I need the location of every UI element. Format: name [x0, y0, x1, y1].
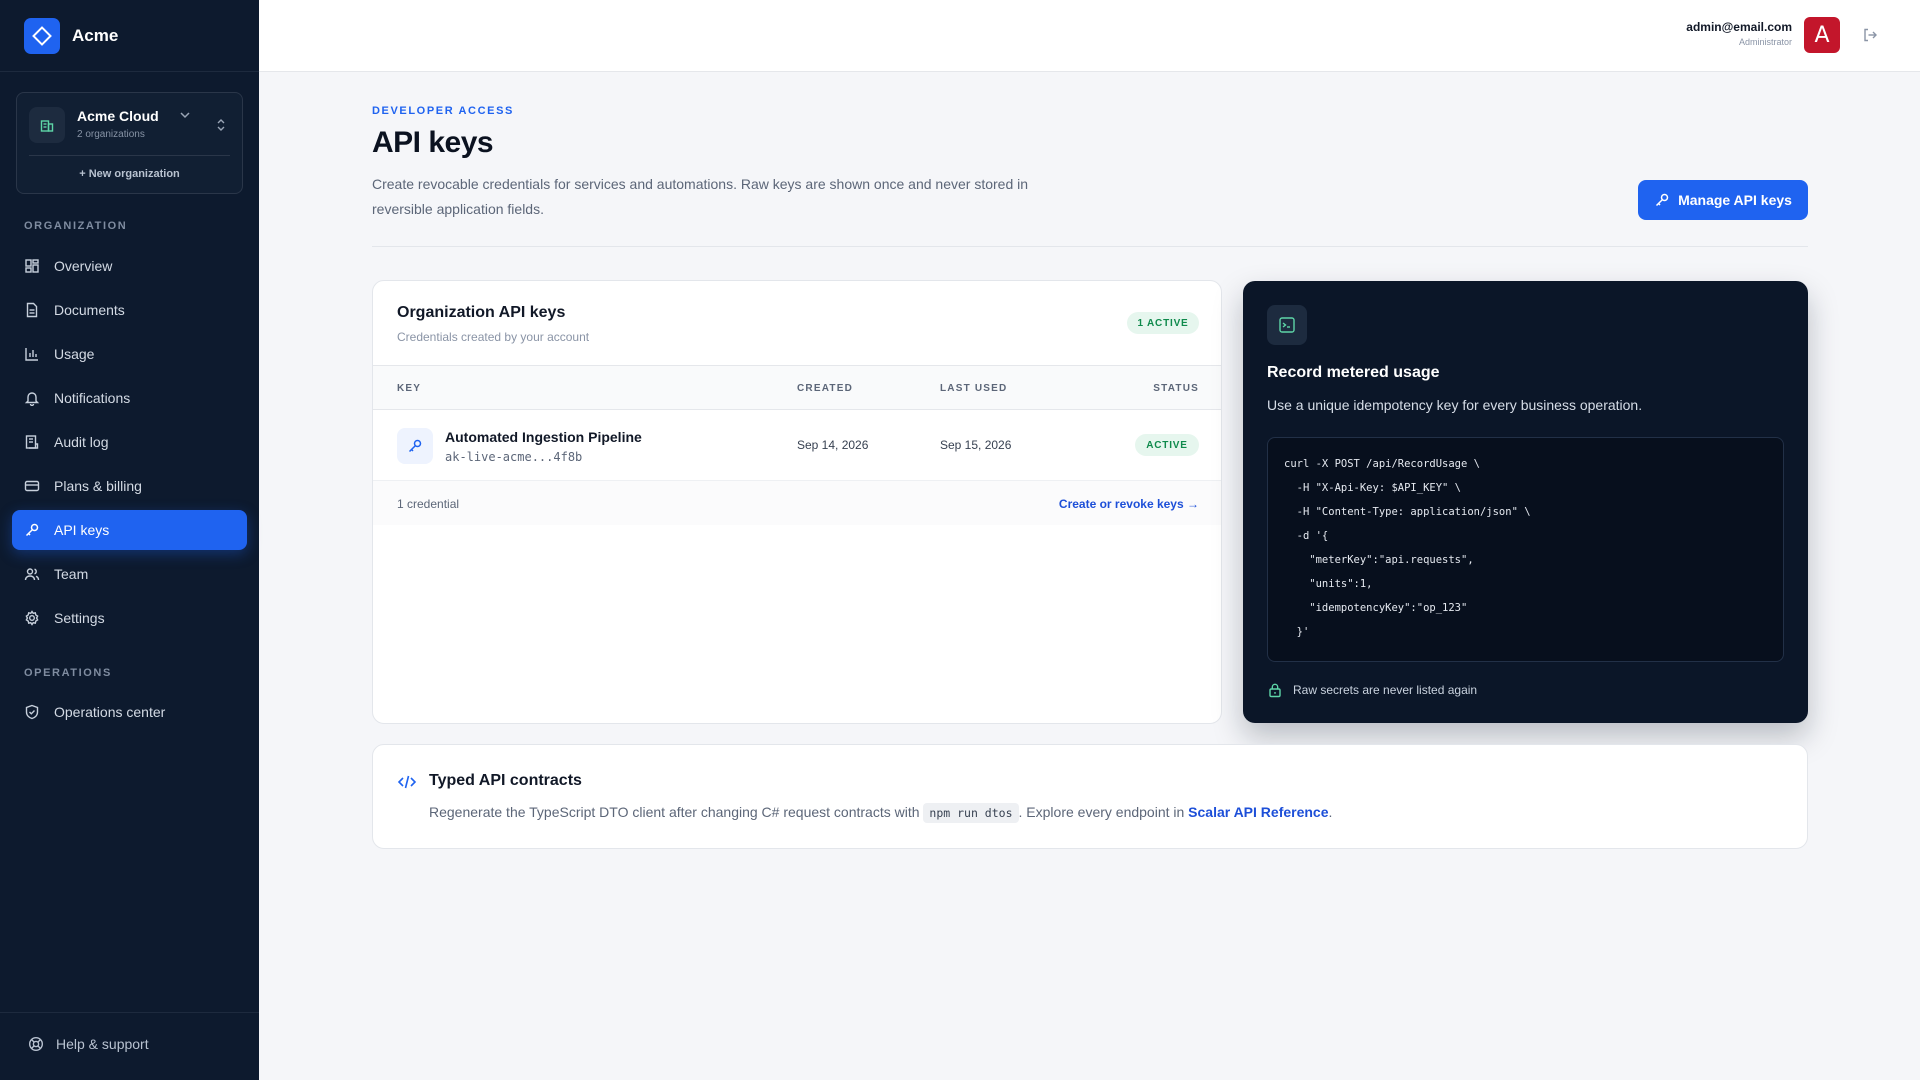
typed-contracts-text-middle: . Explore every endpoint in	[1018, 804, 1189, 820]
sidebar-divider	[0, 71, 259, 72]
sidebar-item-label: Documents	[54, 302, 125, 318]
typed-contracts-title: Typed API contracts	[429, 772, 582, 789]
credit-card-icon	[24, 478, 40, 494]
page-description: Create revocable credentials for service…	[372, 176, 1029, 217]
key-last-used: Sep 15, 2026	[940, 438, 1012, 452]
secrets-note: Raw secrets are never listed again	[1267, 682, 1477, 698]
bell-icon	[24, 390, 40, 406]
sidebar-item-label: API keys	[54, 522, 110, 538]
sidebar-item-plans-billing[interactable]: Plans & billing	[12, 466, 247, 506]
table-row[interactable]: Automated Ingestion Pipeline ak-live-acm…	[373, 410, 1221, 481]
manage-api-keys-label: Manage API keys	[1678, 192, 1792, 208]
sidebar: Acme Acme Cloud 2 organizations + New or…	[0, 0, 259, 1080]
create-revoke-keys-link[interactable]: Create or revoke keys →	[1059, 497, 1199, 511]
sidebar-item-label: Team	[54, 566, 89, 582]
lock-icon	[1267, 682, 1283, 698]
column-header-last-used: LAST USED	[940, 383, 1008, 394]
brand[interactable]: Acme	[24, 18, 118, 54]
npm-command: npm run dtos	[923, 803, 1019, 823]
sidebar-item-overview[interactable]: Overview	[12, 246, 247, 286]
brand-logo-icon	[24, 18, 60, 54]
sidebar-item-label: Settings	[54, 610, 105, 626]
page-eyebrow: DEVELOPER ACCESS	[372, 105, 514, 117]
org-switcher[interactable]: Acme Cloud 2 organizations + New organiz…	[16, 92, 243, 194]
sidebar-item-label: Plans & billing	[54, 478, 142, 494]
typed-contracts-text-before: Regenerate the TypeScript DTO client aft…	[429, 804, 924, 820]
user-role: Administrator	[1738, 37, 1792, 47]
scalar-api-reference-link[interactable]: Scalar API Reference	[1188, 804, 1328, 820]
typed-contracts-text-after: .	[1328, 804, 1333, 820]
section-label-operations: OPERATIONS	[24, 667, 112, 679]
code-icon	[397, 772, 417, 792]
users-icon	[24, 566, 40, 582]
key-icon	[24, 522, 40, 538]
sidebar-item-api-keys[interactable]: API keys	[12, 510, 247, 550]
sidebar-item-label: Notifications	[54, 390, 131, 406]
lifebuoy-icon	[28, 1036, 44, 1052]
sidebar-item-notifications[interactable]: Notifications	[12, 378, 247, 418]
key-icon	[1654, 192, 1670, 208]
help-support-label: Help & support	[56, 1036, 149, 1052]
sidebar-item-audit-log[interactable]: Audit log	[12, 422, 247, 462]
sidebar-item-settings[interactable]: Settings	[12, 598, 247, 638]
sidebar-item-label: Operations center	[54, 704, 166, 720]
user-info: admin@email.com Administrator	[1686, 20, 1792, 47]
code-snippet[interactable]: curl -X POST /api/RecordUsage \ -H "X-Ap…	[1267, 437, 1784, 662]
manage-api-keys-button[interactable]: Manage API keys	[1638, 180, 1808, 220]
top-bar: admin@email.com Administrator A	[259, 0, 1920, 72]
building-icon	[29, 107, 65, 143]
api-keys-card-title: Organization API keys	[397, 304, 566, 321]
key-prefix: ak-live-acme...4f8b	[445, 450, 583, 464]
new-organization-button[interactable]: + New organization	[17, 168, 242, 180]
page-title: API keys	[372, 126, 494, 159]
table-header: KEY CREATED LAST USED STATUS	[373, 365, 1221, 410]
column-header-status: STATUS	[1153, 383, 1199, 394]
sidebar-item-label: Usage	[54, 346, 95, 362]
secrets-note-text: Raw secrets are never listed again	[1293, 683, 1478, 697]
org-card-divider	[29, 155, 230, 156]
credential-count: 1 credential	[397, 497, 460, 511]
grid-icon	[24, 258, 40, 274]
section-label-organization: ORGANIZATION	[24, 220, 128, 232]
record-usage-description: Use a unique idempotency key for every b…	[1267, 397, 1643, 413]
column-header-key: KEY	[397, 383, 422, 394]
sidebar-item-label: Audit log	[54, 434, 109, 450]
api-keys-card: Organization API keys Credentials create…	[372, 280, 1222, 724]
sidebar-divider	[0, 1012, 259, 1013]
sidebar-item-label: Overview	[54, 258, 113, 274]
audit-log-icon	[24, 434, 40, 450]
sidebar-item-documents[interactable]: Documents	[12, 290, 247, 330]
typed-contracts-card: Typed API contracts Regenerate the TypeS…	[372, 744, 1808, 849]
record-usage-title: Record metered usage	[1267, 364, 1440, 381]
code-snippet-text: curl -X POST /api/RecordUsage \ -H "X-Ap…	[1284, 458, 1531, 638]
bar-chart-icon	[24, 346, 40, 362]
gear-icon	[24, 610, 40, 626]
org-count: 2 organizations	[77, 129, 145, 140]
record-usage-card: Record metered usage Use a unique idempo…	[1243, 281, 1808, 723]
sidebar-item-usage[interactable]: Usage	[12, 334, 247, 374]
shield-icon	[24, 704, 40, 720]
active-count-badge: 1 ACTIVE	[1127, 312, 1199, 334]
sidebar-item-operations-center[interactable]: Operations center	[12, 692, 247, 732]
brand-name: Acme	[72, 26, 119, 45]
key-created: Sep 14, 2026	[797, 438, 869, 452]
sidebar-item-team[interactable]: Team	[12, 554, 247, 594]
status-badge: ACTIVE	[1135, 434, 1199, 456]
terminal-icon	[1267, 305, 1307, 345]
key-icon	[397, 428, 433, 464]
typed-contracts-text: Regenerate the TypeScript DTO client aft…	[429, 803, 1333, 823]
column-header-created: CREATED	[797, 383, 853, 394]
api-keys-card-subtitle: Credentials created by your account	[397, 330, 590, 344]
avatar[interactable]: A	[1804, 17, 1840, 53]
key-name: Automated Ingestion Pipeline	[445, 429, 642, 445]
chevrons-up-down-icon[interactable]	[215, 117, 227, 138]
logout-icon[interactable]	[1862, 27, 1878, 48]
table-footer: 1 credential Create or revoke keys →	[373, 481, 1221, 525]
chevron-down-icon[interactable]	[177, 107, 193, 128]
user-email: admin@email.com	[1686, 20, 1792, 34]
help-support-link[interactable]: Help & support	[28, 1036, 149, 1052]
document-icon	[24, 302, 40, 318]
header-divider	[372, 246, 1808, 247]
org-name: Acme Cloud	[77, 108, 159, 124]
